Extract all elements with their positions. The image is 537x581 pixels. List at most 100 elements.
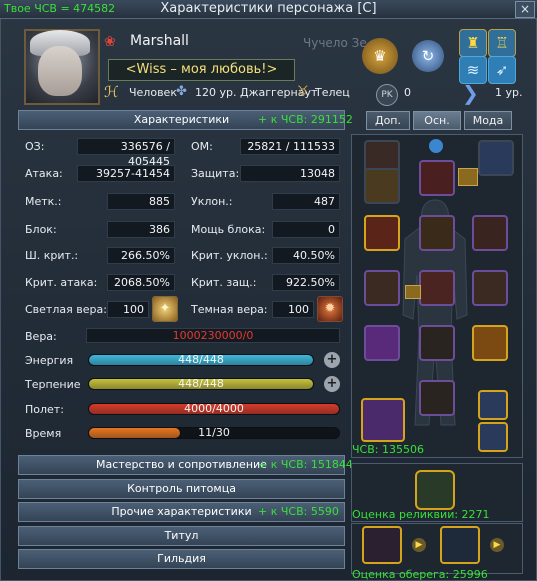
character-name: Marshall [130, 33, 189, 49]
class-h-icon: ℋ [104, 83, 119, 101]
slot-artifact[interactable] [361, 398, 405, 442]
pet-section-title: Контроль питомца [127, 482, 236, 495]
race-label: Человек [129, 86, 177, 99]
crit-attack-value: 2068.50% [107, 274, 175, 291]
mp-label: ОМ: [191, 140, 213, 153]
attack-label: Атака: [25, 167, 63, 180]
slot-amulet[interactable] [364, 325, 400, 361]
crit-chance-value: 266.50% [107, 247, 175, 264]
crown-rank-badge[interactable]: ♛ [362, 38, 398, 74]
light-faith-icon[interactable]: ✦ [152, 296, 178, 322]
light-faith-label: Светлая вера: [25, 303, 107, 316]
wing-icon[interactable]: ➶ [488, 56, 516, 84]
mp-value: 25821 / 111533 [240, 138, 340, 155]
titles-section-title: Титул [164, 529, 199, 542]
other-bonus: + к ЧСВ: 5590 [258, 505, 339, 518]
faith-value: 1000230000/0 [172, 329, 254, 342]
relic-slot[interactable] [415, 470, 455, 510]
crit-attack-label: Крит. атака: [25, 276, 98, 289]
total-tvs: Твое ЧСВ = 474582 [4, 2, 116, 15]
charm-slot-2[interactable] [440, 526, 480, 564]
charm-score: Оценка оберега: 25996 [352, 568, 488, 581]
stats-section-title: Характеристики [133, 113, 230, 126]
background-ghost-text: Чучело Зе [303, 36, 367, 50]
evasion-value: 487 [272, 193, 340, 210]
slot-ring-1[interactable] [478, 390, 508, 420]
slot-cape[interactable] [472, 215, 508, 251]
block-power-value: 0 [272, 221, 340, 238]
relic-score: Оценка реликвии: 2271 [352, 508, 490, 521]
charm-arrow-icon-2[interactable]: ▶ [490, 538, 504, 552]
time-label: Время [25, 427, 62, 440]
light-faith-value: 100 [107, 301, 149, 318]
flight-value: 4000/4000 [184, 402, 244, 415]
level-wing-icon: ✤ [176, 84, 187, 99]
pk-value: 0 [404, 86, 411, 99]
binding-slot-2[interactable] [405, 285, 421, 299]
block-label: Блок: [25, 223, 57, 236]
crit-chance-label: Ш. крит.: [25, 249, 79, 262]
portrait-face [38, 46, 82, 96]
evasion-label: Уклон.: [191, 195, 233, 208]
binding-slot[interactable] [458, 168, 478, 186]
slot-bracers[interactable] [472, 270, 508, 306]
slot-belt[interactable] [472, 325, 508, 361]
cup-icon[interactable]: ♖ [488, 29, 516, 57]
gem-icon [429, 139, 443, 153]
patience-label: Терпение [25, 378, 81, 391]
refresh-icon[interactable]: ↻ [412, 40, 444, 72]
faith-label: Вера: [25, 330, 57, 343]
accuracy-value: 885 [107, 193, 175, 210]
block-value: 386 [107, 221, 175, 238]
defense-label: Защита: [191, 167, 240, 180]
crit-evasion-label: Крит. уклон.: [191, 249, 268, 262]
trophy-icon[interactable]: ♜ [459, 29, 487, 57]
slot-pants[interactable] [419, 325, 455, 361]
pet-section-header[interactable]: Контроль питомца [18, 479, 345, 499]
energy-plus-button[interactable]: + [324, 352, 340, 368]
slot-necklace[interactable] [419, 215, 455, 251]
mastery-section-title: Мастерство и сопротивление [96, 458, 267, 471]
stats-bonus: + к ЧСВ: 291152 [258, 113, 353, 126]
crit-evasion-value: 40.50% [272, 247, 340, 264]
energy-value: 448/448 [178, 353, 224, 366]
block-power-label: Мощь блока: [191, 223, 266, 236]
tab-main[interactable]: Осн. [413, 111, 461, 130]
slot-armor[interactable] [419, 270, 455, 306]
tab-fashion[interactable]: Мода [464, 111, 512, 130]
guild-section-header[interactable]: Гильдия [18, 549, 345, 569]
pk-icon: PK [376, 84, 398, 106]
charm-slot-1[interactable] [362, 526, 402, 564]
rank-level: 1 ур. [495, 86, 523, 99]
guild-section-title: Гильдия [157, 552, 206, 565]
dark-faith-label: Темная вера: [191, 303, 268, 316]
accuracy-label: Метк.: [25, 195, 62, 208]
attack-value: 39257-41454 [77, 165, 175, 182]
slot-gloves[interactable] [364, 270, 400, 306]
crit-defense-value: 922.50% [272, 274, 340, 291]
charm-arrow-icon-1[interactable]: ▶ [412, 538, 426, 552]
tab-extra[interactable]: Доп. [366, 111, 410, 130]
rose-icon: ❀ [104, 34, 116, 50]
dark-faith-value: 100 [272, 301, 314, 318]
dark-faith-icon[interactable]: ✹ [317, 296, 343, 322]
slot-mask[interactable] [364, 168, 400, 204]
slot-boots[interactable] [419, 380, 455, 416]
guild-motto: <Wiss – моя любовь!> [108, 59, 295, 81]
titles-section-header[interactable]: Титул [18, 526, 345, 546]
mastery-bonus: + к ЧСВ: 151844 [258, 458, 353, 471]
time-value: 11/30 [198, 426, 230, 439]
slot-ring-2[interactable] [478, 422, 508, 452]
zodiac-label: Телец [315, 86, 350, 99]
close-button[interactable]: × [515, 1, 535, 18]
waves-icon[interactable]: ≋ [459, 56, 487, 84]
defense-value: 13048 [240, 165, 340, 182]
other-section-title: Прочие характеристики [111, 505, 252, 518]
slot-wings[interactable] [478, 140, 514, 176]
patience-value: 448/448 [178, 377, 224, 390]
slot-helmet[interactable] [419, 160, 455, 196]
slot-weapon[interactable] [364, 215, 400, 251]
patience-plus-button[interactable]: + [324, 376, 340, 392]
energy-label: Энергия [25, 354, 74, 367]
flight-label: Полет: [25, 403, 64, 416]
